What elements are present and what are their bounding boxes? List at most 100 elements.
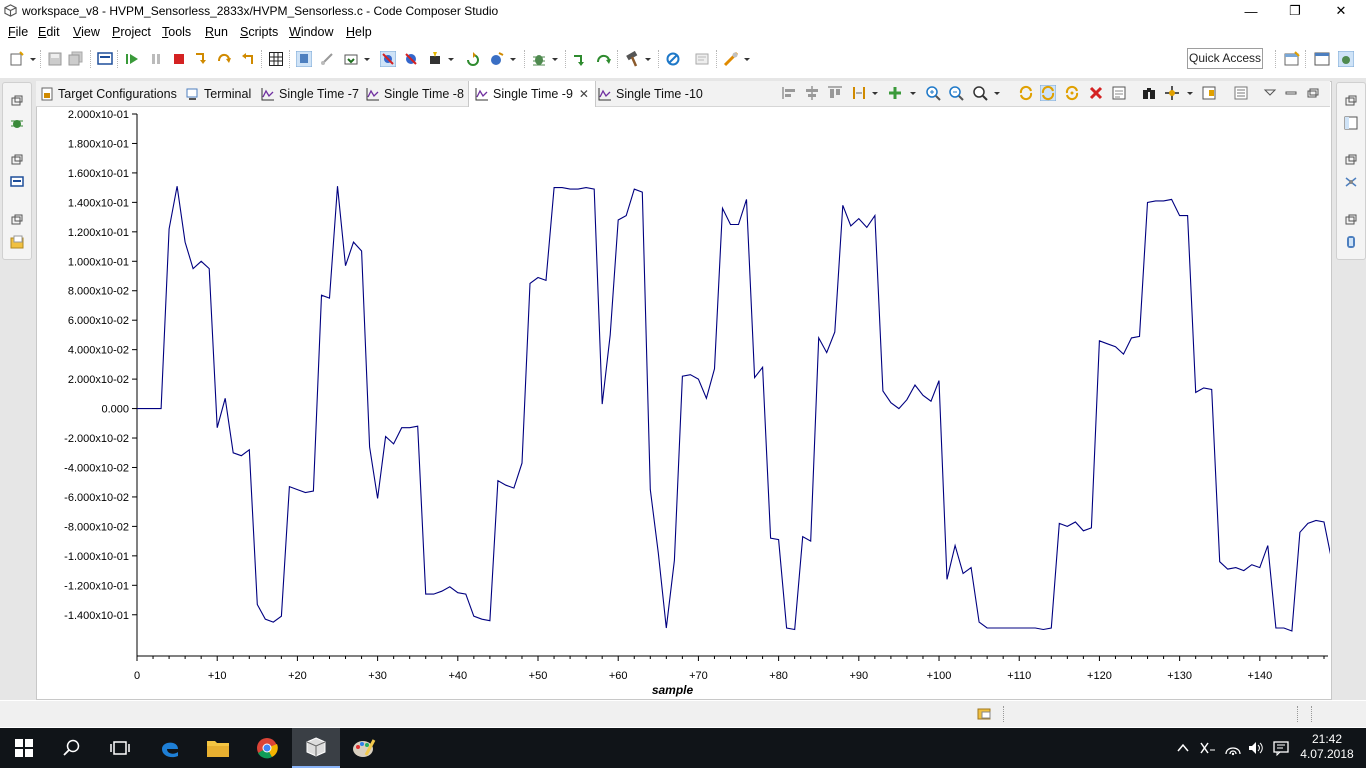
align-left-icon[interactable]	[781, 85, 797, 101]
registers-view-icon[interactable]	[1344, 235, 1358, 249]
tab-terminal[interactable]: Terminal	[186, 81, 251, 106]
taskbar-chrome[interactable]	[243, 728, 291, 768]
add-marker-icon[interactable]	[887, 85, 903, 101]
zoom-dropdown-icon[interactable]	[993, 85, 1001, 101]
notifications-icon[interactable]	[1272, 740, 1290, 756]
measurement-marker-icon[interactable]	[851, 85, 867, 101]
tab-single-time-9[interactable]: Single Time -9 ✕	[468, 81, 596, 107]
start-button[interactable]	[0, 728, 48, 768]
menu-window[interactable]: Window	[289, 25, 333, 39]
terminate-icon[interactable]	[171, 51, 187, 67]
maximize-view-icon[interactable]	[1305, 85, 1321, 101]
quick-access-input[interactable]: Quick Access	[1187, 48, 1263, 69]
skip-breakpoints-icon[interactable]	[403, 51, 419, 67]
search-button[interactable]	[48, 728, 96, 768]
app-center-dropdown-icon[interactable]	[743, 51, 751, 67]
taskbar-file-explorer[interactable]	[194, 728, 242, 768]
connect-target-icon[interactable]	[296, 51, 312, 67]
wifi-icon[interactable]	[1224, 740, 1242, 756]
menu-help[interactable]: Help	[346, 25, 372, 39]
restore-view-icon[interactable]	[1344, 153, 1358, 167]
debug-dropdown-icon[interactable]	[551, 51, 559, 67]
open-file-icon[interactable]	[694, 51, 710, 67]
load-program-icon[interactable]	[343, 51, 359, 67]
binoculars-icon[interactable]	[1141, 85, 1157, 101]
new-dropdown-icon[interactable]	[29, 51, 37, 67]
ccs-edit-perspective-icon[interactable]	[1314, 51, 1330, 67]
zoom-out-icon[interactable]	[948, 85, 964, 101]
taskbar-edge[interactable]	[146, 728, 194, 768]
save-all-icon[interactable]	[68, 51, 84, 67]
resume-icon[interactable]	[124, 51, 140, 67]
minimize-button[interactable]: —	[1228, 0, 1274, 22]
menu-view[interactable]: View	[73, 25, 100, 39]
build-hammer-icon[interactable]	[624, 51, 640, 67]
restart-icon[interactable]	[465, 51, 481, 67]
restore-view-icon[interactable]	[10, 153, 24, 167]
debug-bug-icon[interactable]	[531, 51, 547, 67]
menu-edit[interactable]: Edit	[38, 25, 60, 39]
load-dropdown-icon[interactable]	[363, 51, 371, 67]
graph-config-dropdown-icon[interactable]	[1186, 85, 1194, 101]
menu-project[interactable]: Project	[112, 25, 151, 39]
step-over-icon[interactable]	[216, 51, 232, 67]
tab-single-time-7[interactable]: Single Time -7	[261, 81, 359, 106]
view-menu-list-icon[interactable]	[1233, 85, 1249, 101]
chevron-up-icon[interactable]	[1176, 742, 1190, 754]
outline-view-icon[interactable]	[1344, 116, 1358, 130]
task-view-button[interactable]	[96, 728, 144, 768]
restore-view-icon[interactable]	[1344, 213, 1358, 227]
taskbar-paint[interactable]	[340, 728, 388, 768]
continuous-refresh-icon[interactable]	[1040, 85, 1056, 101]
menu-file[interactable]: File	[8, 25, 28, 39]
new-icon[interactable]	[9, 51, 25, 67]
zoom-fit-icon[interactable]	[972, 85, 988, 101]
view-menu-icon[interactable]	[1262, 85, 1278, 101]
minimize-view-icon[interactable]	[1283, 85, 1299, 101]
breakpoint-toggle-icon[interactable]	[380, 51, 396, 67]
search-icon[interactable]	[665, 51, 681, 67]
close-window-button[interactable]: ✕	[1318, 0, 1364, 22]
restore-view-icon[interactable]	[10, 94, 24, 108]
restore-view-icon[interactable]	[10, 213, 24, 227]
menu-scripts[interactable]: Scripts	[240, 25, 278, 39]
taskbar-clock[interactable]: 21:42 4.07.2018	[1296, 732, 1358, 762]
tab-single-time-10[interactable]: Single Time -10	[598, 81, 703, 106]
flash-dropdown-icon[interactable]	[447, 51, 455, 67]
asm-step-over-icon[interactable]	[596, 51, 612, 67]
input-language-icon[interactable]	[1198, 740, 1216, 756]
menu-run[interactable]: Run	[205, 25, 228, 39]
console-icon[interactable]	[97, 51, 113, 67]
align-top-icon[interactable]	[827, 85, 843, 101]
open-perspective-icon[interactable]	[1284, 51, 1300, 67]
progress-view-icon[interactable]	[976, 706, 994, 722]
project-explorer-icon[interactable]	[10, 235, 24, 249]
debug-view-icon[interactable]	[10, 116, 24, 130]
save-icon[interactable]	[47, 51, 63, 67]
ccs-debug-perspective-icon[interactable]	[1338, 51, 1354, 67]
graph-config-icon[interactable]	[1164, 85, 1180, 101]
graph-properties-icon[interactable]	[1111, 85, 1127, 101]
asm-step-into-icon[interactable]	[572, 51, 588, 67]
console-view-icon[interactable]	[10, 175, 24, 189]
flash-icon[interactable]	[427, 51, 443, 67]
menu-tools[interactable]: Tools	[162, 25, 191, 39]
align-center-icon[interactable]	[804, 85, 820, 101]
single-time-graph[interactable]: 2.000x10-01 1.800x10-01 1.600x10-01 1.400x1…	[36, 107, 1330, 699]
auto-refresh-icon[interactable]	[1064, 85, 1080, 101]
close-tab-icon[interactable]: ✕	[579, 87, 589, 101]
restore-button[interactable]: ❐	[1272, 0, 1318, 22]
reset-dropdown-icon[interactable]	[509, 51, 517, 67]
tab-single-time-8[interactable]: Single Time -8	[366, 81, 464, 106]
disconnect-icon[interactable]	[319, 51, 335, 67]
memory-grid-icon[interactable]	[268, 51, 284, 67]
reset-cpu-icon[interactable]	[489, 51, 505, 67]
tab-target-configurations[interactable]: Target Configurations	[40, 81, 177, 106]
app-center-icon[interactable]	[723, 51, 739, 67]
refresh-icon[interactable]	[1018, 85, 1034, 101]
step-into-icon[interactable]	[193, 51, 209, 67]
marker-dropdown-icon[interactable]	[871, 85, 879, 101]
restore-view-icon[interactable]	[1344, 94, 1358, 108]
build-dropdown-icon[interactable]	[644, 51, 652, 67]
volume-icon[interactable]	[1247, 740, 1265, 756]
